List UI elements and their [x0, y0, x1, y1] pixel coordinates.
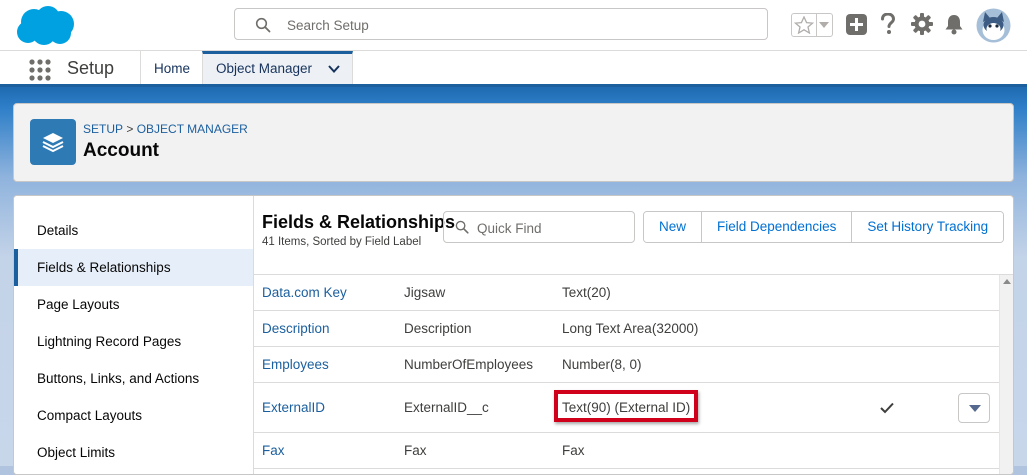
field-api-name: Jigsaw — [404, 285, 446, 300]
main-panel: Details Fields & Relationships Page Layo… — [13, 195, 1014, 475]
breadcrumb: SETUP > OBJECT MANAGER — [83, 121, 248, 136]
checkmark-icon — [880, 402, 894, 414]
field-api-name: ExternalID__c — [404, 400, 489, 415]
field-type: Fax — [562, 443, 585, 458]
breadcrumb-object-manager[interactable]: OBJECT MANAGER — [137, 122, 248, 136]
page-title: Account — [83, 140, 159, 161]
field-type: Number(8, 0) — [562, 357, 642, 372]
sidebar-item-label: Object Limits — [37, 445, 116, 460]
favorites-dropdown-icon[interactable] — [819, 22, 829, 28]
tab-home[interactable]: Home — [140, 51, 202, 84]
caret-down-icon — [969, 405, 981, 412]
scroll-up-arrow-icon[interactable] — [1003, 279, 1011, 284]
fields-table: Data.com Key Jigsaw Text(20) Description… — [254, 274, 1013, 474]
sidebar-item-label: Lightning Record Pages — [37, 334, 182, 349]
notifications-bell-icon[interactable] — [944, 14, 964, 35]
field-label-link[interactable]: Description — [262, 311, 330, 347]
field-label-link[interactable]: ExternalID — [262, 383, 325, 433]
object-header: SETUP > OBJECT MANAGER Account — [13, 103, 1014, 182]
action-button-group: New Field Dependencies Set History Track… — [643, 211, 1005, 243]
app-name: Setup — [67, 58, 115, 78]
breadcrumb-setup[interactable]: SETUP — [83, 122, 123, 136]
sidebar-item-label: Page Layouts — [37, 297, 120, 312]
table-row: Employees NumberOfEmployees Number(8, 0) — [254, 347, 999, 383]
search-icon — [255, 17, 271, 33]
tab-home-label: Home — [154, 61, 191, 76]
search-input[interactable] — [285, 13, 749, 37]
section-subtitle: 41 Items, Sorted by Field Label — [262, 236, 422, 248]
table-row: Description Description Long Text Area(3… — [254, 311, 999, 347]
sidebar-item-lightning-record-pages[interactable]: Lightning Record Pages — [14, 323, 253, 360]
field-api-name: Fax — [404, 443, 427, 458]
app-launcher-icon[interactable] — [29, 59, 51, 81]
field-api-name: NumberOfEmployees — [404, 357, 534, 372]
favorites-star-icon[interactable] — [794, 16, 814, 34]
field-type: Text(20) — [562, 285, 611, 300]
quick-find-box[interactable] — [443, 211, 635, 243]
sidebar-item-label: Compact Layouts — [37, 408, 143, 423]
new-button[interactable]: New — [644, 212, 703, 242]
section-title: Fields & Relationships — [262, 212, 456, 232]
global-header — [0, 0, 1027, 51]
sidebar-item-fields-relationships[interactable]: Fields & Relationships — [14, 249, 253, 286]
object-icon — [30, 119, 76, 165]
field-api-name: Description — [404, 321, 472, 336]
global-add-icon[interactable] — [846, 14, 867, 35]
app-nav-bar: Setup Home Object Manager — [0, 51, 1027, 87]
setup-search-box[interactable] — [234, 8, 768, 40]
layers-icon — [42, 133, 64, 153]
field-type: Long Text Area(32000) — [562, 321, 699, 336]
table-row: ExternalID ExternalID__c Text(90) (Exter… — [254, 383, 999, 433]
field-dependencies-button[interactable]: Field Dependencies — [702, 212, 853, 242]
table-row: Data.com Key Jigsaw Text(20) — [254, 275, 999, 311]
sidebar-item-page-layouts[interactable]: Page Layouts — [14, 286, 253, 323]
row-actions-dropdown[interactable] — [958, 393, 990, 423]
user-avatar[interactable] — [976, 8, 1011, 43]
salesforce-logo[interactable] — [14, 5, 76, 47]
sidebar-item-details[interactable]: Details — [14, 212, 253, 249]
setup-gear-icon[interactable] — [911, 13, 933, 35]
sidebar-item-buttons-links-actions[interactable]: Buttons, Links, and Actions — [14, 360, 253, 397]
set-history-tracking-button[interactable]: Set History Tracking — [852, 212, 1004, 242]
field-label-link[interactable]: Data.com Key — [262, 275, 347, 311]
field-label-link[interactable]: Employees — [262, 347, 329, 383]
highlight-annotation-box — [554, 390, 698, 422]
sidebar-item-object-limits[interactable]: Object Limits — [14, 434, 253, 471]
sidebar-item-label: Buttons, Links, and Actions — [37, 371, 200, 386]
fields-content: Fields & Relationships 41 Items, Sorted … — [253, 196, 1013, 474]
sidebar-item-label: Fields & Relationships — [37, 260, 171, 275]
field-label-link[interactable]: Fax — [262, 433, 285, 469]
sidebar-item-label: Details — [37, 223, 79, 238]
table-scrollbar[interactable] — [999, 275, 1013, 474]
object-sidebar: Details Fields & Relationships Page Layo… — [14, 196, 253, 474]
table-row: Fax Fax Fax — [254, 433, 999, 469]
tab-object-manager[interactable]: Object Manager — [202, 51, 353, 84]
quick-find-input[interactable] — [475, 217, 629, 239]
favorites-button-group — [791, 13, 833, 37]
help-icon[interactable] — [880, 13, 896, 35]
sidebar-item-compact-layouts[interactable]: Compact Layouts — [14, 397, 253, 434]
search-icon — [455, 220, 469, 234]
breadcrumb-separator: > — [126, 121, 134, 136]
tab-object-manager-label: Object Manager — [216, 61, 313, 76]
chevron-down-icon[interactable] — [328, 65, 340, 73]
